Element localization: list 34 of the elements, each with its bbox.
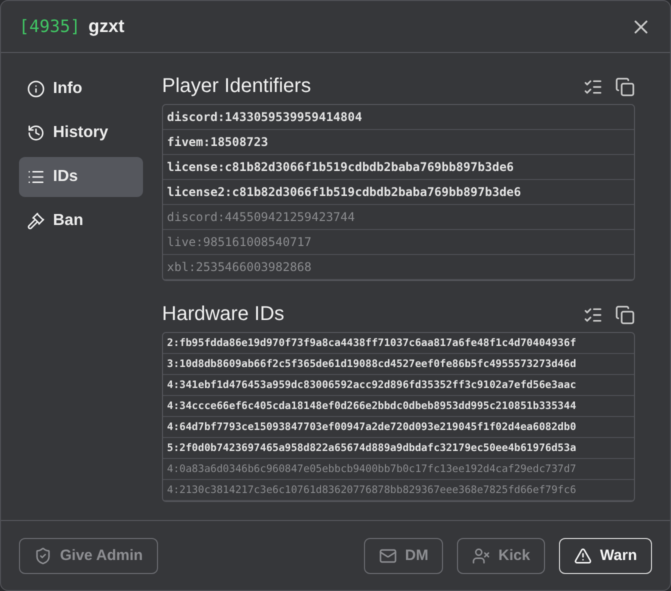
- identifier-row: 2:fb95fdda86e19d970f73f9a8ca4438ff71037c6aa817a6fe48f1c4d70404936f: [163, 333, 634, 354]
- identifier-row: 4:2130c3814217c3e6c10761d83620776878bb829367eee368e7825fd66ef79fc6: [163, 480, 634, 501]
- info-icon: [27, 80, 45, 98]
- identifier-row: license2:c81b82d3066f1b519cdbdb2baba769bb897b3de6: [163, 180, 634, 205]
- player-id: [4935]: [19, 16, 80, 36]
- identifier-row: discord:1433059539959414804: [163, 105, 634, 130]
- identifier-row: license:c81b82d3066f1b519cdbdb2baba769bb897b3de6: [163, 155, 634, 180]
- window-title: gzxt: [88, 16, 126, 37]
- mail-icon: [379, 546, 398, 564]
- warning-icon: [574, 546, 592, 564]
- identifier-row: live:985161008540717: [163, 230, 634, 255]
- identifier-row: 4:341ebf1d476453a959dc83006592acc92d896fd35352ff3c9102a7efd56e3aac: [163, 375, 634, 396]
- copy-icon[interactable]: [615, 76, 635, 96]
- copy-icon[interactable]: [615, 304, 635, 324]
- identifier-row: 4:34ccce66ef6c405cda18148ef0d266e2bbdc0dbeb8953dd995c210851b335344: [163, 396, 634, 417]
- sidebar-item[interactable]: Info: [19, 69, 143, 109]
- identifier-row: xbl:2535466003982868: [163, 255, 634, 280]
- sidebar-item[interactable]: IDs: [19, 157, 143, 197]
- identifier-row: 4:64d7bf7793ce15093847703ef00947a2de720d093e219045f1f02d4ea6082db0: [163, 417, 634, 438]
- section-title: Hardware IDs: [162, 303, 286, 326]
- identifier-row: 4:0a83a6d0346b6c960847e05ebbcb9400bb7b0c17fc13ee192d4caf29edc737d7: [163, 459, 634, 480]
- user-x-icon: [472, 546, 490, 564]
- identifier-row: discord:445509421259423744: [163, 205, 634, 230]
- action-button[interactable]: Warn: [559, 538, 652, 574]
- identifier-row: 5:2f0d0b7423697465a958d822a65674d889a9dbdafc32179ec50ee4b61976d53a: [163, 438, 634, 459]
- history-icon: [27, 124, 45, 142]
- shield-icon: [34, 546, 52, 564]
- section-title: Player Identifiers: [162, 75, 312, 98]
- sidebar-item[interactable]: Ban: [19, 201, 143, 241]
- sidebar-item[interactable]: History: [19, 113, 143, 153]
- identifier-row: fivem:18508723: [163, 130, 634, 155]
- gavel-icon: [27, 212, 45, 230]
- identifier-row: 3:10d8db8609ab66f2c5f365de61d19088cd4527eef0fe86b5fc4955573273d46d: [163, 354, 634, 375]
- list-icon: [27, 168, 45, 186]
